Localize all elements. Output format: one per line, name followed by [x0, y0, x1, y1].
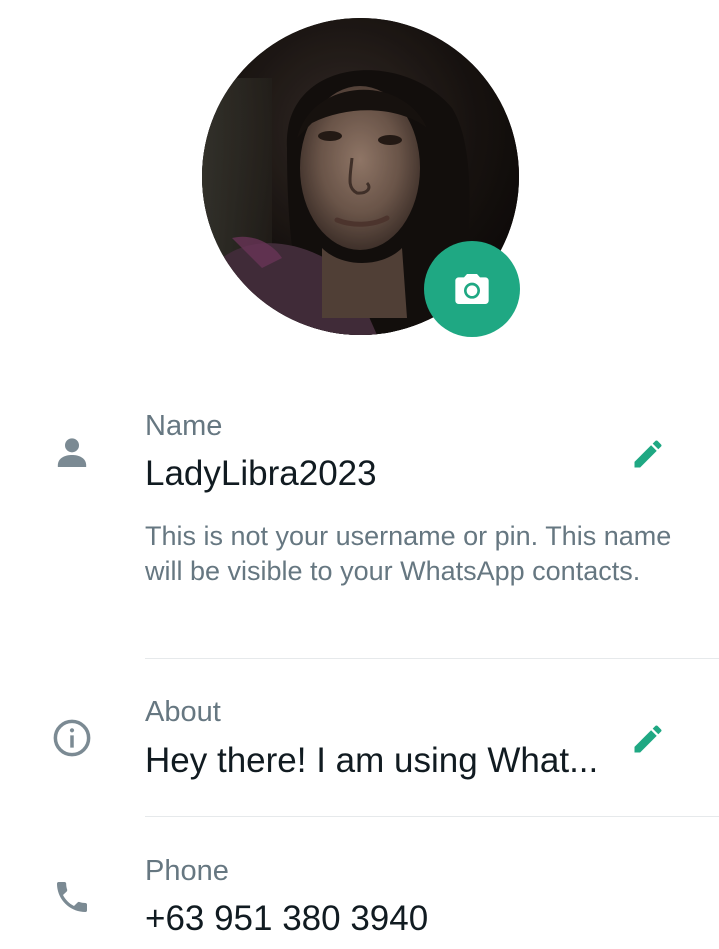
name-label: Name — [145, 410, 223, 442]
about-value: Hey there! I am using What... — [145, 741, 599, 780]
camera-icon — [455, 274, 489, 304]
phone-label: Phone — [145, 855, 229, 887]
edit-about-button[interactable] — [624, 715, 672, 763]
phone-icon — [50, 875, 94, 919]
phone-value: +63 951 380 3940 — [145, 899, 429, 938]
name-hint-text: This is not your username or pin. This n… — [145, 521, 672, 586]
info-icon — [50, 716, 94, 760]
person-icon — [50, 430, 94, 474]
about-label: About — [145, 696, 221, 728]
name-value: LadyLibra2023 — [145, 454, 377, 493]
pencil-icon — [634, 725, 662, 753]
divider — [145, 658, 719, 659]
pencil-icon — [634, 440, 662, 468]
profile-photo-container — [202, 18, 520, 337]
divider — [145, 816, 719, 817]
change-photo-button[interactable] — [424, 241, 520, 337]
edit-name-button[interactable] — [624, 430, 672, 478]
